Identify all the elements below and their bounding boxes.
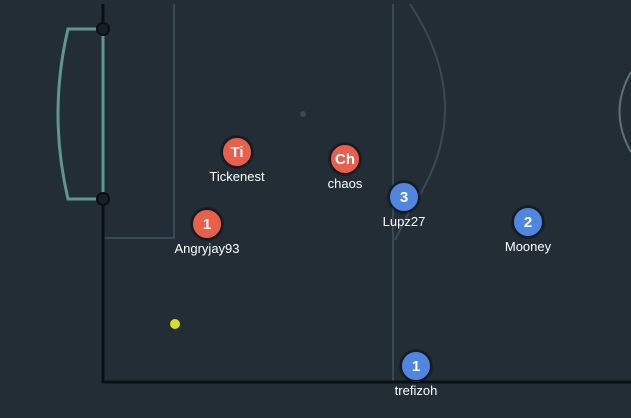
goal-post-bottom [96,192,110,206]
player-name: Mooney [504,239,552,254]
player-name: Lupz27 [382,214,426,229]
player-badge: 1 [191,208,223,240]
ball [169,318,181,330]
player-name: trefizoh [394,383,438,398]
goal-post-top [96,22,110,36]
right-circle-arc [618,71,631,153]
player-badge: Ch [329,143,361,175]
player-badge: 1 [400,350,432,382]
game-field: Ti Tickenest Ch chaos 1 Angryjay93 3 Lup… [0,0,631,418]
player-name: Tickenest [209,169,265,184]
field-boundary [101,4,631,384]
player-badge: 2 [512,206,544,238]
player-badge: 3 [388,181,420,213]
penalty-box-line [104,4,175,239]
player-name: chaos [327,176,363,191]
penalty-spot [300,111,306,117]
goal-net [56,27,103,201]
player-badge: Ti [221,136,253,168]
player-name: Angryjay93 [174,241,240,256]
